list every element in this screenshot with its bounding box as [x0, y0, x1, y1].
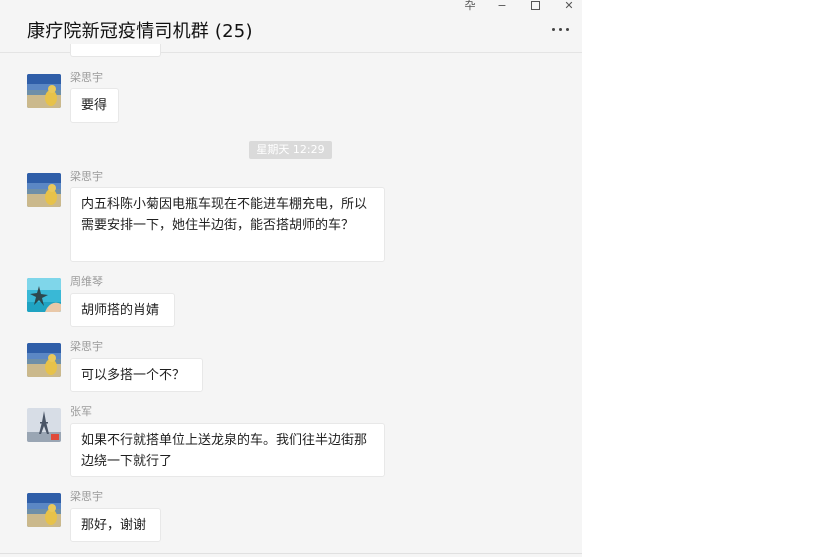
- chat-panel: 康疗院新冠疫情司机群 (25) 梁思宇 要得 星期天 12:29 梁思宇 内五科…: [0, 0, 582, 557]
- more-options-button[interactable]: [548, 21, 572, 37]
- previous-message-bubble: [70, 44, 161, 57]
- more-dot-icon: [551, 27, 555, 31]
- message-bubble[interactable]: 那好，谢谢: [70, 508, 161, 542]
- sender-name: 梁思宇: [70, 340, 103, 353]
- avatar[interactable]: [27, 493, 61, 527]
- message-bubble[interactable]: 要得: [70, 88, 119, 123]
- message-bubble[interactable]: 胡师搭的肖婧: [70, 293, 175, 327]
- starfish-sea-avatar-icon: [27, 278, 61, 312]
- beach-dog-avatar-icon: [27, 343, 61, 377]
- blank-side-area: [582, 0, 819, 557]
- sender-name: 梁思宇: [70, 170, 103, 183]
- avatar[interactable]: [27, 408, 61, 442]
- sender-name: 梁思宇: [70, 71, 103, 84]
- eiffel-tower-avatar-icon: [27, 408, 61, 442]
- maximize-icon: [530, 1, 540, 10]
- beach-dog-avatar-icon: [27, 493, 61, 527]
- avatar[interactable]: [27, 173, 61, 207]
- beach-dog-avatar-icon: [27, 173, 61, 207]
- message-bubble[interactable]: 如果不行就搭单位上送龙泉的车。我们往半边街那边绕一下就行了: [70, 423, 385, 477]
- message-bubble[interactable]: 可以多搭一个不？: [70, 358, 203, 392]
- message-bubble[interactable]: 内五科陈小菊因电瓶车现在不能进车棚充电，所以需要安排一下，她住半边街，能否搭胡师…: [70, 187, 385, 262]
- sender-name: 周维琴: [70, 275, 103, 288]
- window-controls: 卆 − ✕: [455, 0, 819, 14]
- sender-name: 张军: [70, 405, 92, 418]
- chat-title: 康疗院新冠疫情司机群 (25): [27, 21, 253, 42]
- sender-name: 梁思宇: [70, 490, 103, 503]
- avatar[interactable]: [27, 343, 61, 377]
- minimize-icon: −: [497, 0, 507, 12]
- close-icon: ✕: [564, 0, 574, 12]
- timestamp-divider: 星期天 12:29: [249, 141, 332, 159]
- pin-window-button[interactable]: 卆: [460, 0, 480, 12]
- avatar[interactable]: [27, 278, 61, 312]
- more-dot-icon: [558, 27, 562, 31]
- close-button[interactable]: ✕: [559, 0, 579, 12]
- minimize-button[interactable]: −: [492, 0, 512, 12]
- maximize-button[interactable]: [525, 0, 545, 12]
- input-divider: [0, 553, 582, 554]
- pin-icon: 卆: [464, 0, 476, 12]
- more-dot-icon: [565, 27, 569, 31]
- avatar[interactable]: [27, 74, 61, 108]
- beach-dog-avatar-icon: [27, 74, 61, 108]
